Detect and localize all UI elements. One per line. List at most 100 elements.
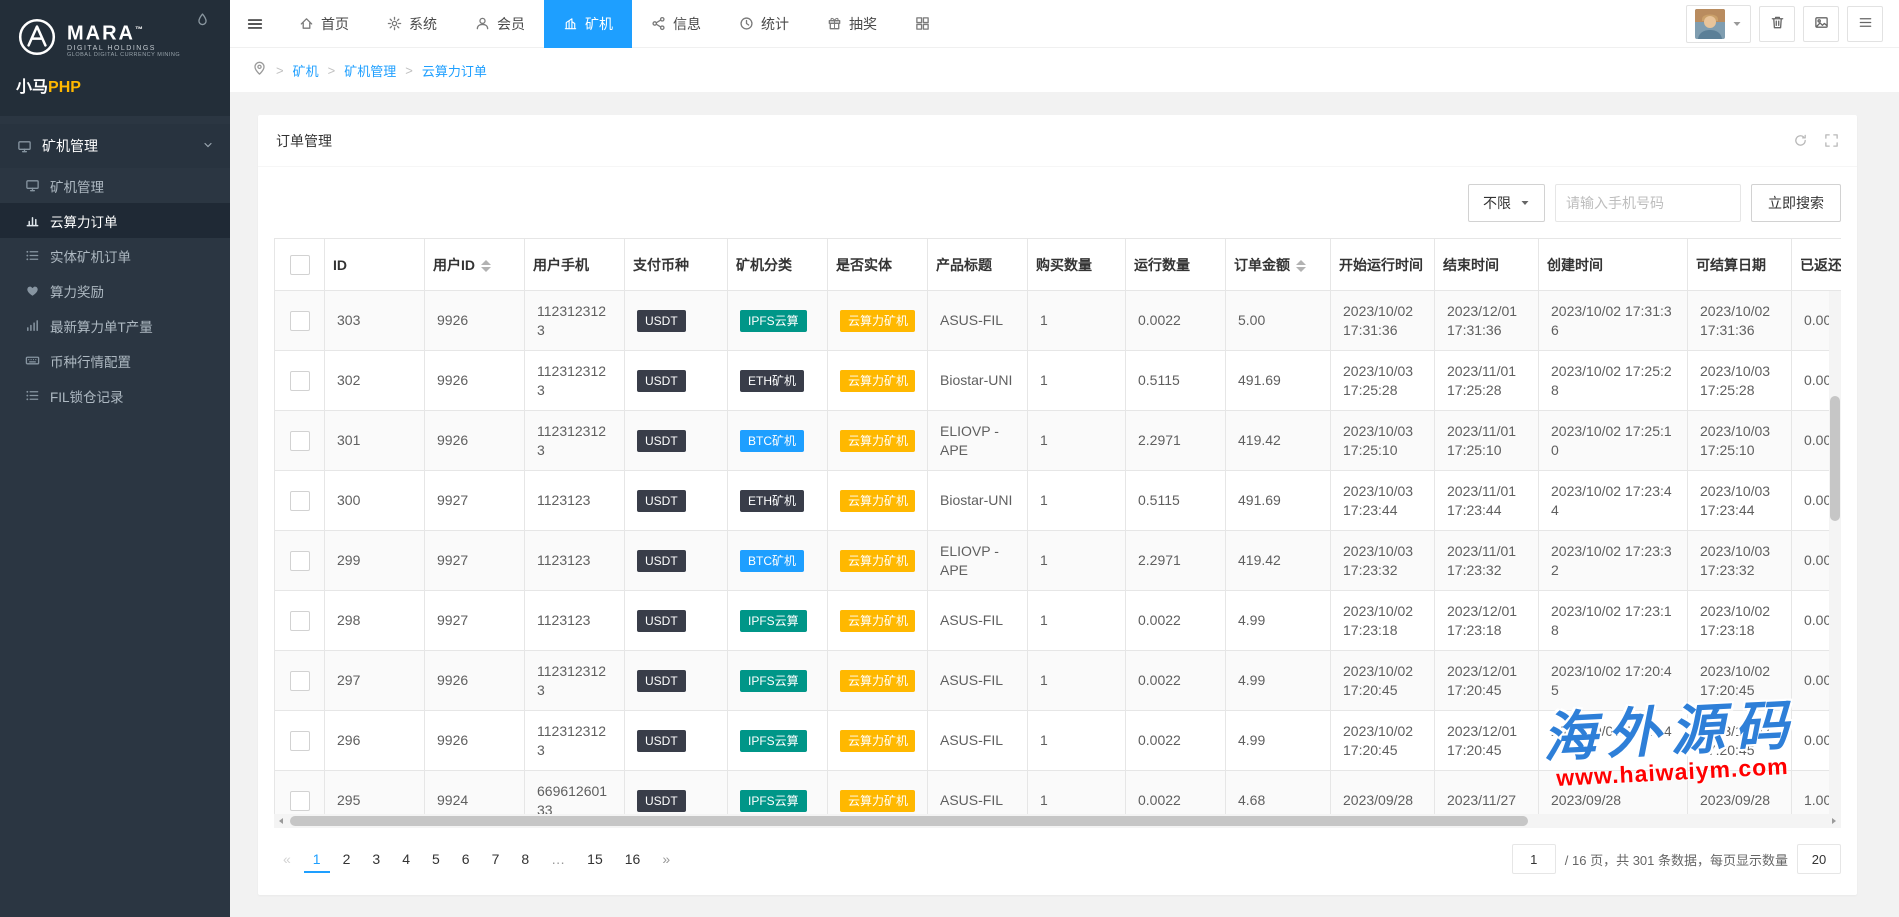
sort-icon[interactable] (481, 260, 491, 272)
page-number-input[interactable] (1512, 844, 1556, 874)
search-button[interactable]: 立即搜索 (1751, 184, 1841, 222)
cell-user-id: 9926 (425, 411, 525, 471)
nav-item-label: 会员 (497, 14, 525, 34)
apps-icon (915, 16, 930, 31)
cell-id: 300 (325, 471, 425, 531)
entity-badge-cell: 云算力矿机 (828, 291, 928, 351)
pager-page-7[interactable]: 7 (483, 845, 509, 873)
vertical-scrollbar-thumb[interactable] (1830, 396, 1840, 522)
pager-page-8[interactable]: 8 (512, 845, 538, 873)
cell-product: ELIOVP -APE (928, 411, 1028, 471)
filter-dropdown[interactable]: 不限 (1468, 184, 1545, 222)
cell-buy-qty: 1 (1028, 291, 1126, 351)
category-badge: BTC矿机 (740, 550, 804, 572)
cell-product: ELIOVP -APE (928, 531, 1028, 591)
column-header-11: 结束时间 (1435, 239, 1539, 291)
app-root: MARA™ DIGITAL HOLDINGS GLOBAL DIGITAL CU… (0, 0, 1899, 917)
select-all-checkbox[interactable] (290, 255, 310, 275)
pager-prev[interactable]: « (274, 845, 300, 873)
row-checkbox[interactable] (290, 671, 310, 691)
breadcrumb-separator: > (328, 63, 336, 78)
cell-buy-qty: 1 (1028, 651, 1126, 711)
sidebar-item-label: FIL锁仓记录 (50, 386, 124, 406)
category-badge: BTC矿机 (740, 430, 804, 452)
cell-end-time: 2023/11/01 17:25:28 (1435, 351, 1539, 411)
more-button[interactable] (1847, 6, 1883, 42)
background-button[interactable] (1803, 6, 1839, 42)
fullscreen-icon[interactable] (1824, 133, 1839, 148)
scroll-left-arrow[interactable] (274, 817, 288, 825)
sidebar-item-4[interactable]: 最新算力单T产量 (0, 308, 230, 343)
sidebar-section-mining[interactable]: 矿机管理 (0, 124, 230, 168)
row-checkbox-cell (275, 651, 325, 711)
cell-buy-qty: 1 (1028, 531, 1126, 591)
column-header-label: 运行数量 (1134, 257, 1190, 273)
category-badge-cell: IPFS云算 (728, 711, 828, 771)
nav-item-0[interactable]: 首页 (280, 0, 368, 48)
hamburger-icon[interactable] (230, 0, 280, 48)
brand-title: MARA™ (67, 19, 180, 45)
sidebar-item-1[interactable]: 云算力订单 (0, 203, 230, 238)
row-checkbox[interactable] (290, 431, 310, 451)
cell-create-time: 2023/10/02 17:23:32 (1539, 531, 1688, 591)
nav-item-5[interactable]: 统计 (720, 0, 808, 48)
scroll-right-arrow[interactable] (1827, 817, 1841, 825)
phone-search-input[interactable] (1555, 184, 1741, 222)
cell-product: ASUS-FIL (928, 591, 1028, 651)
pager-page-4[interactable]: 4 (393, 845, 419, 873)
sidebar-section-label: 矿机管理 (42, 136, 98, 156)
breadcrumb-item-1[interactable]: 矿机管理 (344, 61, 396, 80)
location-pin-icon (252, 61, 267, 79)
pagination-bar: «12345678…1516» / 16 页，共 301 条数据，每页显示数量 (258, 828, 1857, 874)
sidebar-item-label: 云算力订单 (50, 211, 118, 231)
entity-badge: 云算力矿机 (840, 790, 915, 812)
pager-page-6[interactable]: 6 (453, 845, 479, 873)
horizontal-scrollbar-thumb[interactable] (290, 816, 1528, 826)
gear-icon (387, 16, 402, 31)
pager-page-5[interactable]: 5 (423, 845, 449, 873)
trash-button[interactable] (1759, 6, 1795, 42)
cell-run-qty: 0.5115 (1126, 471, 1226, 531)
sidebar-item-3[interactable]: 算力奖励 (0, 273, 230, 308)
pager-next[interactable]: » (653, 845, 679, 873)
row-checkbox[interactable] (290, 731, 310, 751)
nav-item-1[interactable]: 系统 (368, 0, 456, 48)
pager-page-16[interactable]: 16 (616, 845, 650, 873)
user-menu[interactable] (1686, 5, 1751, 43)
page-size-input[interactable] (1797, 844, 1841, 874)
row-checkbox[interactable] (290, 611, 310, 631)
category-badge-cell: IPFS云算 (728, 651, 828, 711)
sidebar-item-2[interactable]: 实体矿机订单 (0, 238, 230, 273)
brand-logo-text: MARA™ DIGITAL HOLDINGS GLOBAL DIGITAL CU… (67, 19, 180, 58)
row-checkbox[interactable] (290, 311, 310, 331)
pager-page-3[interactable]: 3 (363, 845, 389, 873)
breadcrumb-item-2[interactable]: 云算力订单 (422, 61, 487, 80)
column-header-label: 支付币种 (633, 257, 689, 273)
row-checkbox[interactable] (290, 791, 310, 811)
breadcrumb-item-0[interactable]: 矿机 (293, 61, 319, 80)
nav-item-7[interactable] (896, 0, 949, 48)
sidebar-item-6[interactable]: FIL锁仓记录 (0, 378, 230, 413)
row-checkbox[interactable] (290, 371, 310, 391)
pager-page-15[interactable]: 15 (578, 845, 612, 873)
sidebar-item-5[interactable]: 币种行情配置 (0, 343, 230, 378)
horizontal-scrollbar[interactable] (274, 814, 1841, 828)
entity-badge: 云算力矿机 (840, 430, 915, 452)
nav-item-6[interactable]: 抽奖 (808, 0, 896, 48)
sidebar-item-0[interactable]: 矿机管理 (0, 168, 230, 203)
nav-item-3[interactable]: 矿机 (544, 0, 632, 48)
pager-page-2[interactable]: 2 (334, 845, 360, 873)
vertical-scrollbar[interactable] (1829, 291, 1841, 814)
row-checkbox[interactable] (290, 551, 310, 571)
nav-item-2[interactable]: 会员 (456, 0, 544, 48)
cell-user-id: 9926 (425, 351, 525, 411)
cell-product: ASUS-FIL (928, 291, 1028, 351)
pager-page-1[interactable]: 1 (304, 845, 330, 873)
column-header-label: 已返还 (1800, 257, 1841, 273)
coin-badge-cell: USDT (625, 591, 728, 651)
nav-item-4[interactable]: 信息 (632, 0, 720, 48)
row-checkbox[interactable] (290, 491, 310, 511)
sort-icon[interactable] (1296, 260, 1306, 272)
refresh-icon[interactable] (1793, 133, 1808, 148)
category-badge: IPFS云算 (740, 670, 807, 692)
